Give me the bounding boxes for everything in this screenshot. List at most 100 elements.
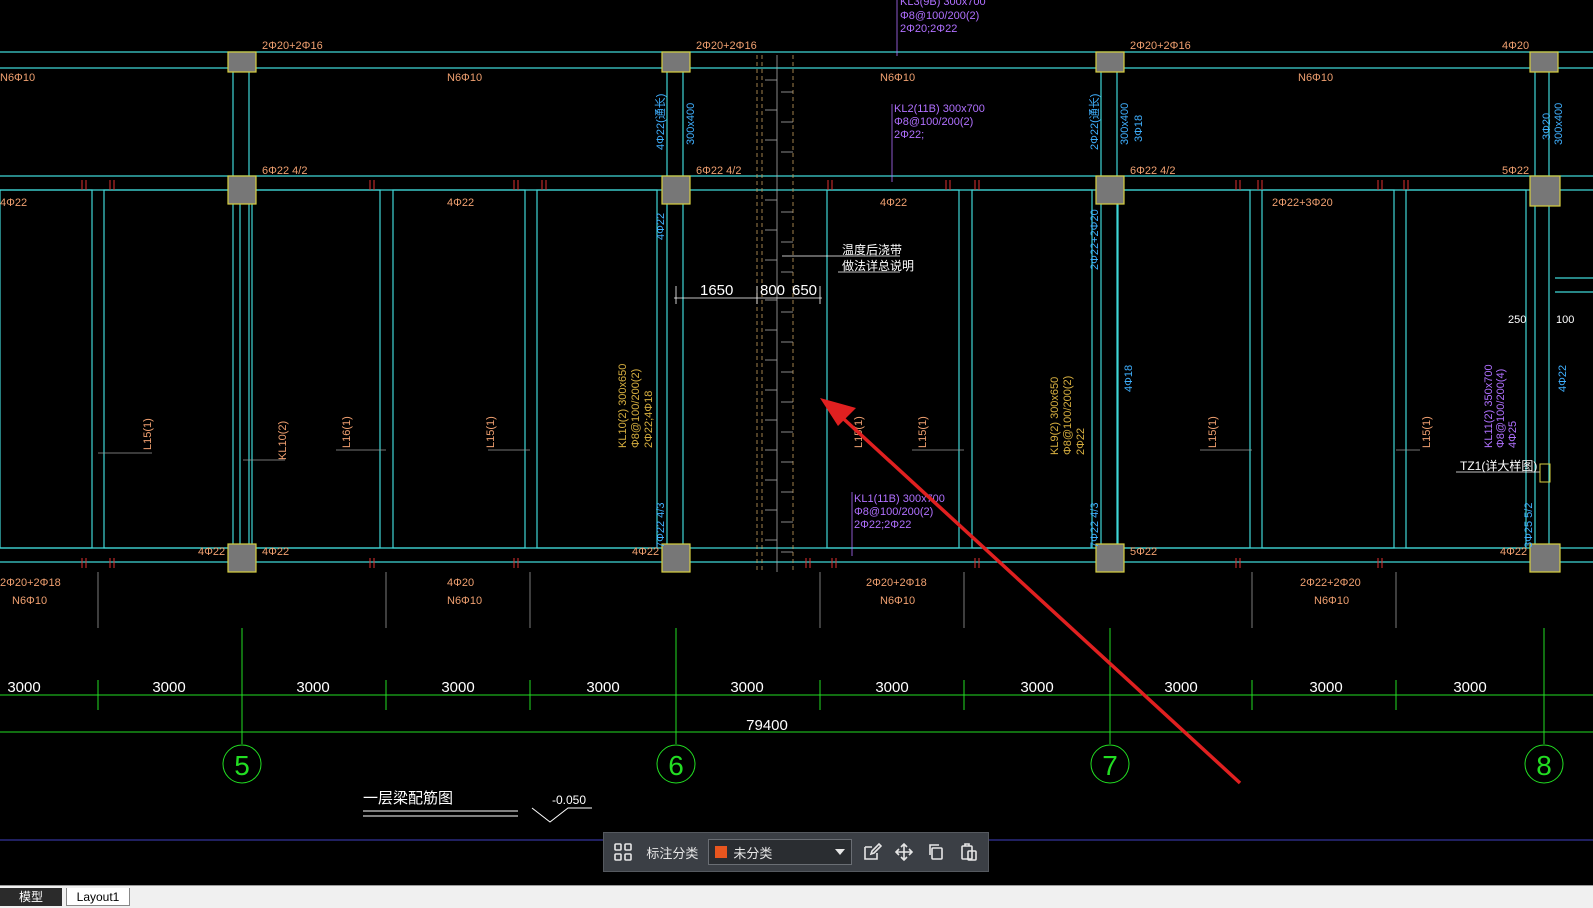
note-line2: 做法详总说明 [842,258,914,273]
vlabel: 2Φ22+2Φ20 [1089,209,1101,270]
rebar-label: N6Φ10 [880,72,915,84]
span-dim: 3000 [586,679,619,696]
paste-button[interactable] [956,838,982,866]
rebar-label: N6Φ10 [447,595,482,607]
vlabel: KL10(2) 300x650 [617,364,629,448]
span-dim: 3000 [730,679,763,696]
rebar-label: 6Φ22 4/2 [262,165,307,177]
category-color-swatch [715,846,728,858]
rebar-label: 6Φ22 4/2 [696,165,741,177]
kl2-note: Φ8@100/200(2) [894,116,973,128]
span-dim: 3000 [1020,679,1053,696]
tab-model[interactable]: 模型 [0,888,62,906]
rebar-label: 4Φ22 [198,546,225,558]
rebar-label: 2Φ20+2Φ16 [1130,40,1191,52]
vlabel: 4Φ22 [655,213,667,240]
span-dim: 3000 [875,679,908,696]
rebar-label: N6Φ10 [880,595,915,607]
annotation-category-label: 标注分类 [646,845,699,861]
vlabel: Φ8@100/200(2) [630,369,642,448]
edit-button[interactable] [858,838,884,866]
drawing-title: 一层梁配筋图 -0.050 [363,790,592,823]
rebar-label: 4Φ20 [1502,40,1529,52]
vlabel: L15(1) [917,416,929,448]
rebar-label: 4Φ22 [447,197,474,209]
kl2-note: KL2(11B) 300x700 [894,103,985,115]
axis-labels: 5 6 7 8 [234,750,1552,781]
vlabel: L15(1) [142,418,154,450]
tz1-label: TZ1(详大样图) [1460,458,1537,473]
vlabel: 4Φ22 [1557,365,1569,392]
vlabel: L15(1) [1207,416,1219,448]
axis-label-6: 6 [668,750,684,781]
red-arrow-annotation [820,398,1242,785]
rebar-labels: 2Φ20+2Φ16 2Φ20+2Φ16 2Φ20+2Φ16 4Φ20 N6Φ10… [0,40,1529,607]
vlabel: KL10(2) [277,421,289,460]
rebar-label: 4Φ22 [880,197,907,209]
rebar-label: 2Φ20+2Φ16 [696,40,757,52]
rebar-label: N6Φ10 [447,72,482,84]
paste-icon [961,843,977,861]
vlabel: 4Φ18 [1123,365,1135,392]
copy-icon [929,844,944,860]
grid-leaders [97,449,1420,628]
span-dim: 3000 [1309,679,1342,696]
move-button[interactable] [891,838,917,866]
vlabel: 7Φ22 4/3 [655,503,667,548]
span-dim: 3000 [1453,679,1486,696]
vlabel: 3Φ20 [1541,113,1553,140]
rebar-label: 2Φ20+2Φ16 [262,40,323,52]
title-level: -0.050 [552,793,586,807]
copy-button[interactable] [923,838,949,866]
note-line1: 温度后浇带 [842,242,902,257]
kl3-note: 2Φ20;2Φ22 [900,23,957,35]
vlabel: 300x400 [685,103,697,145]
vlabel: L15(1) [1421,416,1433,448]
post-cast-ladder [765,55,793,572]
vlabel: KL9(2) 300x650 [1049,377,1061,455]
span-dim: 3000 [1164,679,1197,696]
vlabel: 3Φ18 [1133,115,1145,142]
axis-label-5: 5 [234,750,250,781]
axis-label-8: 8 [1536,750,1552,781]
vlabel: Φ8@100/200(2) [1062,376,1074,455]
kl3-note: KL3(9B) 300x700 [900,0,986,8]
layout-tab-bar: 模型 Layout1 [0,885,1593,908]
vertical-annotations: L15(1) KL10(2) L16(1) L15(1) L15(1) L15(… [142,94,1569,548]
rebar-label: N6Φ10 [1314,595,1349,607]
dim-1650: 1650 [700,282,733,299]
edit-icon [863,842,882,860]
chevron-down-icon [835,849,846,855]
annotation-category-select[interactable]: 未分类 [708,839,853,865]
rebar-label: 6Φ22 4/2 [1130,165,1175,177]
annotation-toolbar: 标注分类 未分类 [603,832,989,872]
rebar-label: N6Φ10 [0,72,35,84]
title-text: 一层梁配筋图 [363,790,453,807]
vlabel: 2Φ22(通长) [1088,94,1101,150]
vlabel: 300x400 [1119,103,1131,145]
rebar-label: 2Φ22+2Φ20 [1300,577,1361,589]
dim-650: 650 [792,282,817,299]
rebar-ticks [81,180,1409,568]
tab-layout1[interactable]: Layout1 [66,888,130,906]
vlabel: 4Φ25 [1507,421,1519,448]
rebar-label: N6Φ10 [1298,72,1333,84]
rebar-label: N6Φ10 [12,595,47,607]
vlabel: 300x400 [1553,103,1565,145]
cad-drawing-canvas[interactable]: 5 6 7 8 3000 3000 3000 3000 3000 3000 30… [0,0,1593,870]
dim-800: 800 [760,282,785,299]
rebar-label: 5Φ22 [1130,546,1157,558]
beam-outlines [0,51,1593,563]
vlabel: Φ8@100/200(4) [1495,369,1507,448]
vlabel: 7Φ22 4/3 [1089,503,1101,548]
span-dim: 3000 [152,679,185,696]
span-dim: 3000 [7,679,40,696]
rebar-label: 5Φ22 [1502,165,1529,177]
rebar-label: 4Φ22 [262,546,289,558]
vlabel: L15(1) [485,416,497,448]
kl1-note: Φ8@100/200(2) [854,506,933,518]
vlabel: 4Φ22(通长) [654,94,667,150]
grid-select-button[interactable] [610,838,636,866]
category-selected-value: 未分类 [733,845,773,861]
rebar-label: 4Φ22 [0,197,27,209]
